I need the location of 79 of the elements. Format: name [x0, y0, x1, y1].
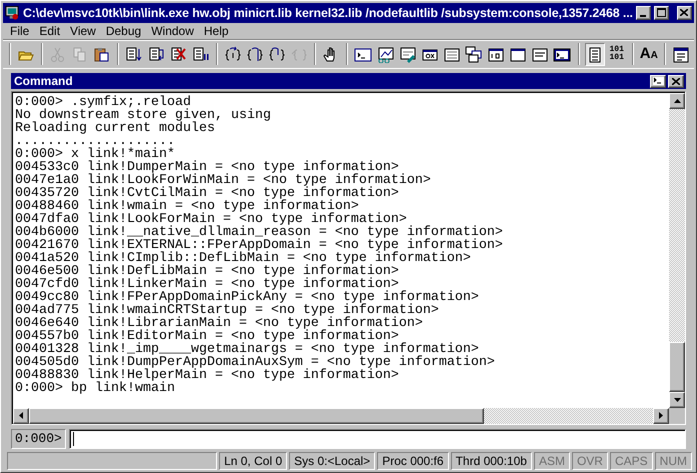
list-window-icon [442, 46, 461, 63]
prompt-window-icon [553, 46, 572, 63]
braces-arrow-icon [246, 46, 264, 63]
status-panel: Thrd 000:10b [450, 452, 532, 470]
document-loop-arrow-icon [148, 46, 166, 63]
close-button[interactable] [676, 6, 692, 20]
braces-arrow-icon [224, 46, 242, 63]
blank-window-icon [509, 46, 528, 63]
status-panel: Proc 000:f6 [377, 452, 449, 470]
output-line: 00488460 link!wmain = <no type information> [15, 200, 359, 214]
output-line: 0049cc80 link!FPerAppDomainPickAny = <no type information> [15, 291, 479, 304]
right-arrow-icon[interactable] [659, 412, 663, 420]
menu-item[interactable]: Edit [34, 24, 66, 38]
menu-item[interactable]: Help [198, 24, 234, 38]
up-arrow-icon[interactable] [674, 99, 680, 104]
paste-icon [93, 46, 112, 63]
status-panel: Ln 0, Col 0 [219, 452, 288, 470]
output-line: 0041a520 link!CImplib::DefLibMain = <no type information> [15, 252, 471, 266]
prompt-icon [652, 77, 664, 86]
document-pause-icon [192, 46, 210, 63]
output-line: 0:000> x link!*main* [15, 148, 175, 162]
menu-item[interactable]: File [5, 24, 34, 38]
output-line: 0047e1a0 link!LookForWinMain = <no type information> [15, 174, 431, 188]
scrollbar-thumb[interactable] [29, 408, 484, 424]
output-line: 00435720 link!CvtCilMain = <no type information> [15, 187, 399, 200]
output-line: 0047cfd0 link!LinkerMain = <no type information> [15, 278, 399, 292]
register-window-icon [487, 46, 506, 63]
output-line: Reloading current modules [15, 122, 215, 136]
maximize-button[interactable] [654, 6, 670, 20]
output-line: 00421670 link!EXTERNAL::FPerAppDomain = <no type information> [15, 239, 503, 252]
document-down-arrow-icon [125, 46, 144, 63]
app-icon[interactable] [5, 4, 20, 21]
options-sheet-icon [672, 46, 690, 63]
text-window-icon [531, 46, 550, 63]
output-line: 004557b0 link!EditorMain = <no type information> [15, 330, 399, 344]
output-line: 004b6000 link!__native_dllmain_reason = <no type information> [15, 226, 503, 240]
horizontal-scrollbar[interactable] [13, 408, 669, 424]
command-input[interactable] [68, 428, 686, 450]
output-line: 004505d0 link!DumpPerAppDomainAuxSym = <no type information> [15, 356, 495, 370]
prompt-window-icon [354, 46, 372, 63]
status-panel: Sys 0:<Local> [289, 452, 376, 470]
output-line: .................... [15, 135, 175, 148]
close-icon [680, 9, 688, 16]
window-glasses-icon [376, 46, 395, 63]
minimize-button[interactable] [636, 6, 651, 20]
document-lines-button[interactable] [584, 42, 605, 66]
close-icon [672, 78, 680, 85]
vertical-scrollbar[interactable] [669, 93, 685, 408]
status-panel: NUM [654, 452, 692, 470]
braces-arrow-icon [268, 46, 286, 63]
scrollbar-thumb[interactable] [669, 342, 685, 392]
menu-item[interactable]: View [65, 24, 101, 38]
output-line: 00401328 link!_imp____wgetmainargs = <no type information> [15, 343, 479, 356]
document-cross-icon [170, 46, 188, 63]
down-arrow-icon[interactable] [674, 398, 680, 402]
pane-title: Command [14, 74, 74, 88]
close-button[interactable] [668, 74, 684, 88]
menu-item[interactable]: Debug [100, 24, 146, 38]
output-line: 0:000> bp link!wmain [15, 382, 175, 396]
status-panel: CAPS [610, 452, 653, 470]
stacked-windows-icon [465, 46, 484, 63]
output-line: 004533c0 link!DumperMain = <no type information> [15, 161, 399, 174]
window-title: C:\dev\msvc10tk\bin\link.exe hw.obj minicrt.lib kernel32.lib /nodefaultlib /subsystem:console,1357.2468 ... [22, 6, 633, 20]
output-line: 00488830 link!HelperMain = <no type information> [15, 369, 399, 382]
status-panel: ASM [534, 452, 570, 470]
output-line: 0047dfa0 link!LookForMain = <no type information> [15, 213, 407, 226]
output-line: 0046e500 link!DefLibMain = <no type information> [15, 265, 399, 278]
minimize-icon [640, 14, 646, 17]
command-prompt: 0:000> [11, 428, 66, 450]
output-line: 004ad775 link!wmainCRTStartup = <no type information> [15, 304, 439, 318]
output-line: 0:000> .symfix;.reload [15, 96, 191, 110]
status-panel: OVR [572, 452, 608, 470]
menu-item[interactable]: Window [146, 24, 199, 38]
maximize-icon [657, 8, 666, 18]
window-pencil-icon [398, 46, 417, 63]
output-line: 0046e640 link!LibrarianMain = <no type information> [15, 317, 423, 330]
prompt-button[interactable] [650, 74, 666, 88]
left-arrow-icon[interactable] [19, 412, 23, 420]
output-line: No downstream store given, using [15, 109, 271, 122]
